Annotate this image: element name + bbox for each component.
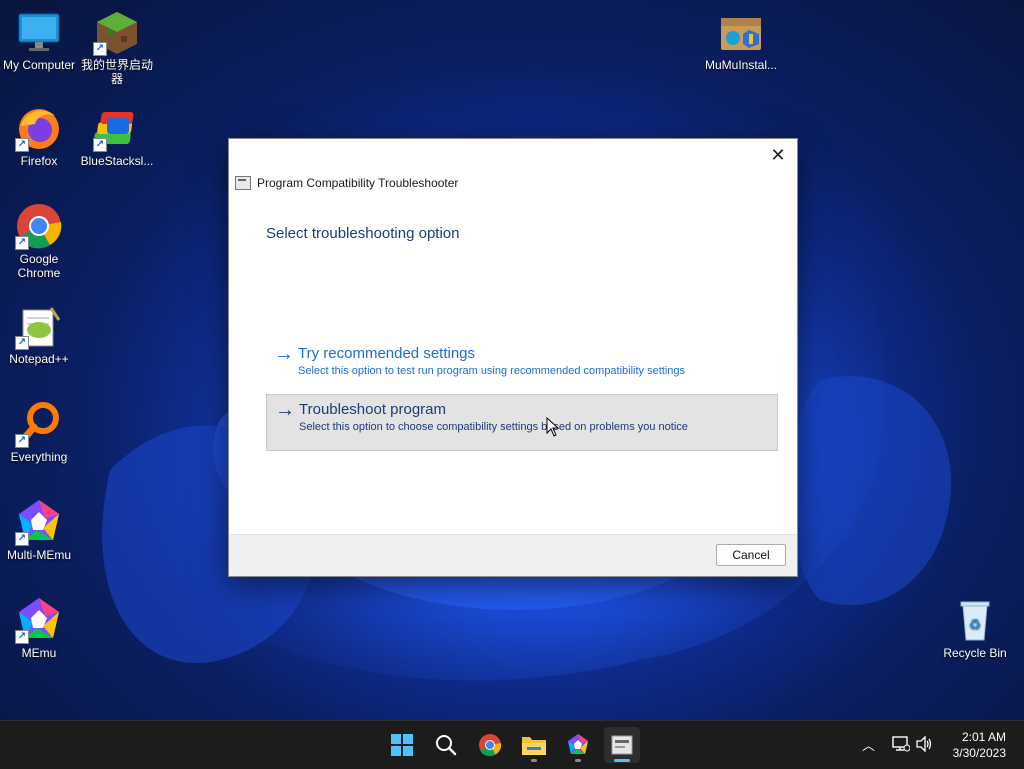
folder-icon bbox=[522, 737, 546, 755]
desktop-icon-firefox[interactable]: ↗ Firefox bbox=[0, 104, 78, 168]
dialog-heading: Select troubleshooting option bbox=[266, 225, 460, 242]
everything-search-icon: ↗ bbox=[15, 400, 63, 448]
clock-date: 3/30/2023 bbox=[952, 746, 1006, 760]
dialog-footer: Cancel bbox=[229, 534, 797, 576]
bluestacks-icon: ↗ bbox=[93, 104, 141, 152]
recycle-bin-icon: ♻ bbox=[951, 596, 999, 644]
desktop-icon-bluestacks[interactable]: ↗ BlueStacksl... bbox=[78, 104, 156, 168]
desktop-icon-label: My Computer bbox=[2, 58, 76, 72]
desktop-icon-label: Notepad++ bbox=[9, 352, 69, 366]
search-icon bbox=[436, 735, 457, 756]
desktop-icon-mumu-installer[interactable]: MuMuInstal... bbox=[702, 8, 780, 72]
installer-box-icon bbox=[717, 8, 765, 56]
svg-text:♻: ♻ bbox=[969, 616, 982, 632]
taskbar-troubleshooter[interactable] bbox=[604, 727, 640, 763]
troubleshooter-app-icon bbox=[611, 735, 633, 755]
desktop-icon-google-chrome[interactable]: ↗ Google Chrome bbox=[0, 202, 78, 280]
arrow-right-icon: → bbox=[275, 399, 295, 421]
start-button[interactable] bbox=[384, 727, 420, 763]
mouse-cursor-icon bbox=[546, 417, 560, 437]
shortcut-arrow-icon: ↗ bbox=[15, 630, 29, 644]
desktop-icon-minecraft-launcher[interactable]: ↗ 我的世界启动器 bbox=[78, 8, 156, 86]
desktop-icon-label: Firefox bbox=[20, 154, 58, 168]
memu-icon: ↗ bbox=[15, 596, 63, 644]
clock[interactable]: 2:01 AM 3/30/2023 bbox=[953, 729, 1006, 761]
desktop-icon-recycle-bin[interactable]: ♻ Recycle Bin bbox=[936, 596, 1014, 660]
dialog-title: Program Compatibility Troubleshooter bbox=[257, 176, 459, 190]
desktop-icon-label: 我的世界启动器 bbox=[80, 58, 153, 86]
network-icon[interactable] bbox=[892, 736, 910, 752]
volume-icon[interactable] bbox=[916, 736, 934, 752]
close-button[interactable]: ✕ bbox=[765, 143, 791, 167]
chrome-icon: ↗ bbox=[15, 202, 63, 250]
chrome-icon bbox=[479, 734, 502, 757]
monitor-icon bbox=[15, 8, 63, 56]
taskbar-search-button[interactable] bbox=[428, 727, 464, 763]
desktop-icon-label: Google Chrome bbox=[17, 252, 61, 280]
running-indicator bbox=[575, 759, 581, 762]
minecraft-icon: ↗ bbox=[93, 8, 141, 56]
troubleshooter-app-icon bbox=[235, 176, 251, 190]
cancel-button[interactable]: Cancel bbox=[716, 544, 786, 566]
dialog-title-bar: Program Compatibility Troubleshooter bbox=[235, 176, 458, 190]
multi-memu-icon: ↗ bbox=[15, 498, 63, 546]
desktop-icon-label: Everything bbox=[10, 450, 68, 464]
desktop-icon-label: BlueStacksl... bbox=[80, 154, 154, 168]
taskbar: ︿ 2:01 AM 3/30/2023 bbox=[0, 720, 1024, 769]
desktop-icon-memu[interactable]: ↗ MEmu bbox=[0, 596, 78, 660]
option-title: Try recommended settings bbox=[298, 345, 476, 362]
taskbar-chrome[interactable] bbox=[472, 727, 508, 763]
option-title: Troubleshoot program bbox=[299, 401, 447, 418]
notepad-plus-plus-icon: ↗ bbox=[15, 302, 63, 350]
shortcut-arrow-icon: ↗ bbox=[93, 42, 107, 56]
option-description: Select this option to test run program u… bbox=[298, 365, 686, 377]
close-icon: ✕ bbox=[770, 145, 786, 165]
shortcut-arrow-icon: ↗ bbox=[93, 138, 107, 152]
shortcut-arrow-icon: ↗ bbox=[15, 236, 29, 250]
running-indicator bbox=[614, 759, 630, 762]
desktop-icon-label: MuMuInstal... bbox=[704, 58, 778, 72]
taskbar-memu[interactable] bbox=[560, 727, 596, 763]
windows-logo-icon bbox=[391, 734, 413, 756]
shortcut-arrow-icon: ↗ bbox=[15, 336, 29, 350]
clock-time: 2:01 AM bbox=[961, 730, 1006, 744]
desktop-icon-notepad-plus-plus[interactable]: ↗ Notepad++ bbox=[0, 302, 78, 366]
option-try-recommended-settings[interactable]: → Try recommended settings Select this o… bbox=[266, 339, 776, 394]
desktop-icon-everything[interactable]: ↗ Everything bbox=[0, 400, 78, 464]
shortcut-arrow-icon: ↗ bbox=[15, 532, 29, 546]
running-indicator bbox=[531, 759, 537, 762]
option-description: Select this option to choose compatibili… bbox=[299, 421, 688, 433]
troubleshooter-dialog: ✕ Program Compatibility Troubleshooter S… bbox=[228, 138, 798, 577]
desktop-icon-label: Recycle Bin bbox=[943, 646, 1007, 660]
arrow-right-icon: → bbox=[274, 343, 294, 365]
shortcut-arrow-icon: ↗ bbox=[15, 138, 29, 152]
firefox-icon: ↗ bbox=[15, 104, 63, 152]
show-hidden-icons-chevron-icon[interactable]: ︿ bbox=[862, 735, 875, 754]
desktop-icon-label: MEmu bbox=[21, 646, 57, 660]
option-troubleshoot-program[interactable]: → Troubleshoot program Select this optio… bbox=[266, 394, 778, 451]
system-tray: ︿ 2:01 AM 3/30/2023 bbox=[856, 721, 1024, 769]
desktop-icon-multi-memu[interactable]: ↗ Multi-MEmu bbox=[0, 498, 78, 562]
desktop-icon-my-computer[interactable]: My Computer bbox=[0, 8, 78, 72]
shortcut-arrow-icon: ↗ bbox=[15, 434, 29, 448]
memu-icon bbox=[568, 734, 588, 754]
taskbar-file-explorer[interactable] bbox=[516, 727, 552, 763]
desktop-icon-label: Multi-MEmu bbox=[6, 548, 71, 562]
